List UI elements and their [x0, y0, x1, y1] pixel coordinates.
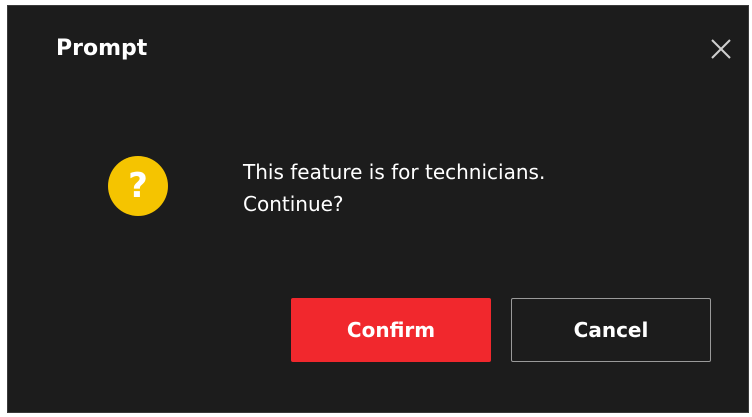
question-icon: ? — [108, 156, 168, 216]
question-glyph: ? — [128, 166, 148, 206]
confirm-button[interactable]: Confirm — [291, 298, 491, 362]
prompt-dialog: Prompt ? This feature is for technicians… — [7, 5, 749, 413]
dialog-title: Prompt — [56, 36, 148, 61]
dialog-message: This feature is for technicians. Continu… — [243, 156, 673, 220]
close-icon[interactable] — [706, 34, 736, 64]
cancel-button[interactable]: Cancel — [511, 298, 711, 362]
message-line-1: This feature is for technicians. — [243, 160, 546, 184]
message-line-2: Continue? — [243, 192, 344, 216]
